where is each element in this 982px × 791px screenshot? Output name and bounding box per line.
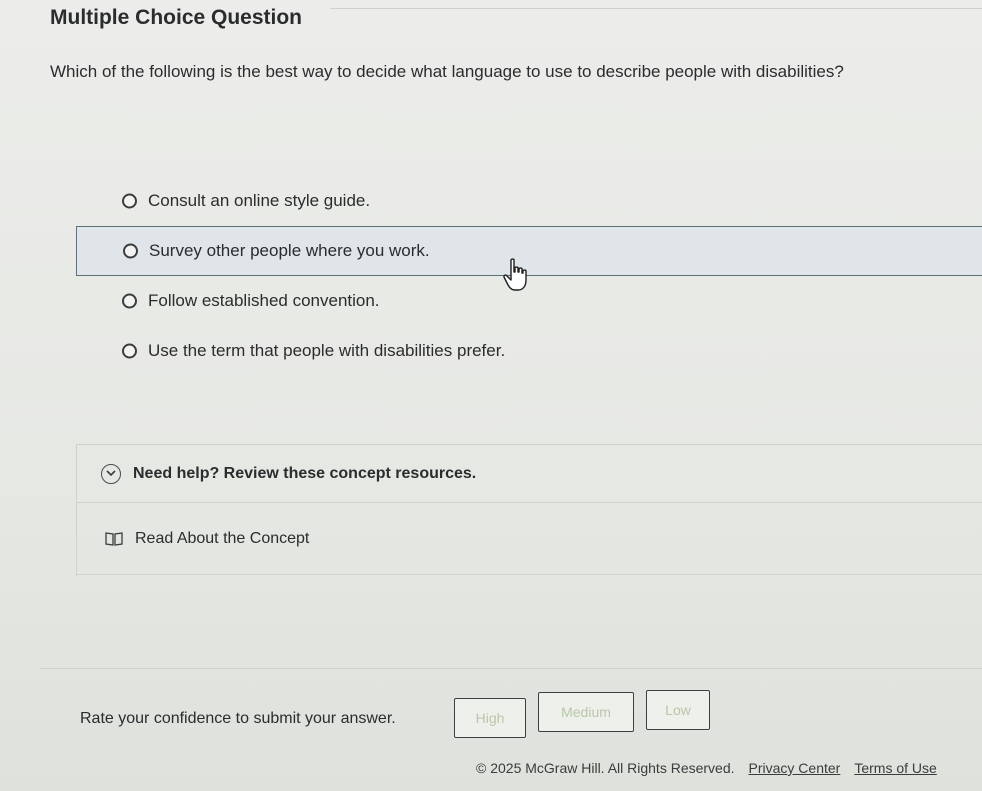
terms-of-use-link[interactable]: Terms of Use (854, 760, 936, 776)
radio-button-icon[interactable] (122, 193, 137, 209)
help-title: Need help? Review these concept resource… (133, 464, 477, 482)
chevron-down-icon[interactable] (101, 463, 121, 484)
hand-cursor-icon (503, 258, 527, 291)
option-1[interactable]: Consult an online style guide. (76, 176, 982, 226)
confidence-high-button[interactable]: High (454, 698, 526, 738)
option-3[interactable]: Follow established convention. (76, 276, 982, 326)
copyright-text: © 2025 McGraw Hill. All Rights Reserved. (476, 760, 735, 776)
option-label: Use the term that people with disabiliti… (148, 341, 506, 360)
option-label: Consult an online style guide. (148, 191, 371, 210)
option-4[interactable]: Use the term that people with disabiliti… (76, 326, 982, 376)
page-title: Multiple Choice Question (50, 6, 303, 29)
question-text: Which of the following is the best way t… (50, 62, 844, 81)
confidence-row: Rate your confidence to submit your answ… (80, 690, 982, 750)
help-panel: Need help? Review these concept resource… (76, 444, 982, 576)
footer: © 2025 McGraw Hill. All Rights Reserved.… (476, 760, 937, 776)
concept-link-label: Read About the Concept (135, 529, 310, 547)
answer-options: Consult an online style guide. Survey ot… (76, 176, 982, 376)
divider (330, 8, 982, 9)
privacy-center-link[interactable]: Privacy Center (749, 760, 841, 776)
radio-button-icon[interactable] (123, 243, 138, 259)
page: Multiple Choice Question Which of the fo… (0, 0, 982, 791)
divider (40, 668, 982, 669)
concept-resource-link[interactable]: Read About the Concept (77, 503, 982, 575)
help-toggle[interactable]: Need help? Review these concept resource… (77, 445, 982, 503)
radio-button-icon[interactable] (122, 343, 137, 359)
confidence-medium-button[interactable]: Medium (538, 692, 634, 732)
confidence-low-button[interactable]: Low (646, 690, 710, 730)
option-2[interactable]: Survey other people where you work. (76, 226, 982, 276)
option-label: Follow established convention. (148, 291, 380, 310)
option-label: Survey other people where you work. (149, 241, 430, 260)
book-icon (105, 531, 123, 546)
radio-button-icon[interactable] (122, 293, 137, 309)
confidence-label: Rate your confidence to submit your answ… (80, 710, 396, 727)
